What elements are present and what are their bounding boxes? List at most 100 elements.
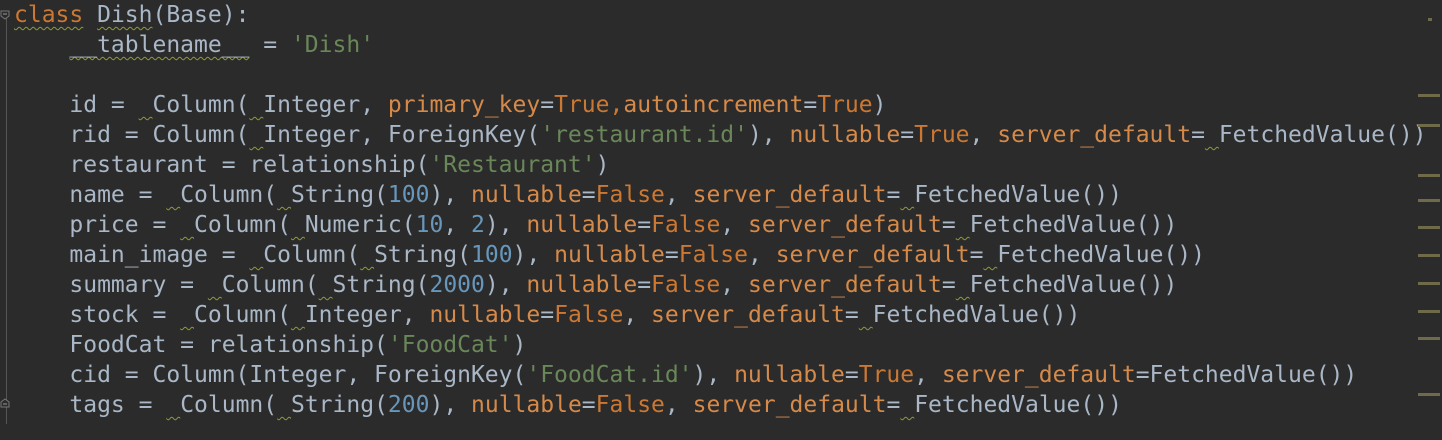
code-line[interactable]: summary = Column( String(2000), nullable… xyxy=(14,270,1414,300)
code-token: ) xyxy=(595,152,610,178)
code-token: server_default xyxy=(692,392,887,418)
code-token: Numeric( xyxy=(304,212,416,238)
code-token: ), xyxy=(429,182,472,208)
code-token: nullable xyxy=(429,302,541,328)
code-token: ), xyxy=(512,242,555,268)
code-token: String( xyxy=(332,272,430,298)
code-token: name = xyxy=(14,182,167,208)
code-line[interactable]: tags = Column( String(200), nullable=Fal… xyxy=(14,390,1414,420)
code-token: True xyxy=(858,362,915,388)
code-token: server_default xyxy=(997,122,1192,148)
code-token: FetchedValue()) xyxy=(969,212,1178,238)
code-token: = xyxy=(581,182,596,208)
code-token: False xyxy=(554,302,624,328)
code-token: Dish xyxy=(97,2,153,28)
code-token: = xyxy=(249,32,291,58)
code-token: class xyxy=(14,2,84,28)
code-token: = xyxy=(1191,122,1205,148)
warning-marker[interactable] xyxy=(1418,199,1440,202)
code-token: = xyxy=(941,212,956,238)
code-token: = xyxy=(581,392,596,418)
warning-marker[interactable] xyxy=(1418,310,1440,313)
code-token: ), xyxy=(747,122,790,148)
code-line[interactable] xyxy=(14,60,1414,90)
code-line[interactable]: class Dish(Base): xyxy=(14,0,1414,30)
warning-marker[interactable] xyxy=(1418,124,1440,127)
warning-marker[interactable] xyxy=(1418,94,1440,97)
code-line[interactable]: stock = Column( Integer, nullable=False,… xyxy=(14,300,1414,330)
code-token: FetchedValue()) xyxy=(914,392,1122,418)
warning-marker[interactable] xyxy=(1418,254,1440,257)
warning-marker[interactable] xyxy=(1418,174,1440,177)
code-token: False xyxy=(595,392,665,418)
code-line[interactable]: id = Column( Integer, primary_key=True,a… xyxy=(14,90,1414,120)
warning-marker[interactable] xyxy=(1418,282,1440,285)
code-line[interactable]: rid = Column( Integer, ForeignKey('resta… xyxy=(14,120,1426,150)
code-token: Base xyxy=(166,2,222,28)
code-token: Column( xyxy=(194,212,291,238)
code-token: nullable xyxy=(526,272,638,298)
code-token: FetchedValue()) xyxy=(997,242,1205,268)
code-token: , xyxy=(969,122,998,148)
code-token: FetchedValue()) xyxy=(969,272,1178,298)
code-token: ): xyxy=(221,2,250,28)
warning-marker[interactable] xyxy=(1418,337,1440,340)
code-token: = xyxy=(844,362,859,388)
code-token: nullable xyxy=(471,392,582,418)
fold-expand-icon[interactable] xyxy=(0,398,10,408)
code-token: Column( xyxy=(180,182,278,208)
code-token: 100 xyxy=(471,242,513,268)
code-token: FoodCat = relationship( xyxy=(14,332,388,358)
code-token: ) xyxy=(512,332,527,358)
code-editor[interactable]: class Dish(Base): __tablename__ = 'Dish'… xyxy=(0,0,1442,440)
code-token: id = xyxy=(14,92,139,118)
code-token: nullable xyxy=(789,122,901,148)
code-token: , xyxy=(720,212,749,238)
code-line[interactable]: __tablename__ = 'Dish' xyxy=(14,30,1414,60)
code-token: Column( xyxy=(221,272,319,298)
code-token: = xyxy=(664,242,679,268)
warning-marker[interactable] xyxy=(1418,226,1440,229)
code-token: ), xyxy=(484,272,527,298)
code-token: True xyxy=(817,92,873,118)
code-line[interactable]: name = Column( String(100), nullable=Fal… xyxy=(14,180,1414,210)
fold-collapse-icon[interactable] xyxy=(0,10,10,20)
code-token: = xyxy=(941,272,956,298)
code-token: ), xyxy=(429,392,472,418)
code-line[interactable]: main_image = Column( String(100), nullab… xyxy=(14,240,1414,270)
warning-marker[interactable] xyxy=(1418,393,1440,396)
code-token: 'Dish' xyxy=(290,32,375,58)
code-token: __tablename__ xyxy=(69,32,250,58)
code-token: main_image = xyxy=(14,242,250,268)
code-token: ) xyxy=(872,92,887,118)
code-token: stock = xyxy=(14,302,181,328)
code-token: False xyxy=(678,242,748,268)
code-token: server_default xyxy=(941,362,1136,388)
code-content[interactable]: class Dish(Base): __tablename__ = 'Dish'… xyxy=(14,0,1427,420)
code-token: , xyxy=(914,362,942,388)
code-token: server_default xyxy=(748,272,942,298)
code-line[interactable]: price = Column( Numeric(10, 2), nullable… xyxy=(14,210,1414,240)
code-token: 10 xyxy=(415,212,444,238)
code-line[interactable]: FoodCat = relationship('FoodCat') xyxy=(14,330,1414,360)
code-token: =FetchedValue()) xyxy=(1135,362,1358,388)
caret-marker xyxy=(1428,18,1432,21)
code-token: server_default xyxy=(692,182,887,208)
code-token: False xyxy=(595,182,665,208)
code-token: ), xyxy=(484,212,527,238)
code-line[interactable]: restaurant = relationship('Restaurant') xyxy=(14,150,1414,180)
code-token: , xyxy=(664,392,693,418)
code-line[interactable]: cid = Column(Integer, ForeignKey('FoodCa… xyxy=(14,360,1414,390)
code-token: primary_key xyxy=(387,92,541,118)
gutter-fold-line xyxy=(6,14,7,424)
